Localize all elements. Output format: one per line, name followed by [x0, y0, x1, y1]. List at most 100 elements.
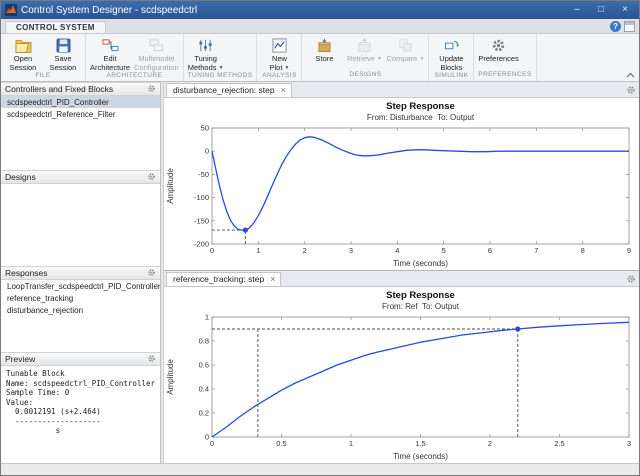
reference-tracking-document: reference_tracking: step × 00.511.522.53… — [164, 271, 639, 463]
svg-text:Step Response: Step Response — [386, 101, 455, 112]
list-item-reference-tracking[interactable]: reference_tracking — [1, 292, 160, 304]
disturbance-rejection-plot[interactable]: 0123456789-200-150-100-50050Step Respons… — [164, 98, 639, 270]
help-icon[interactable]: ? — [610, 21, 621, 32]
panel-gear-icon[interactable] — [147, 172, 156, 183]
new-plot-button[interactable]: New Plot ▼ — [259, 35, 299, 72]
tuning-methods-text: Tuning Methods — [188, 54, 217, 72]
ribbon-group-label-simulink: SIMULINK — [431, 72, 471, 81]
svg-text:Amplitude: Amplitude — [166, 359, 175, 395]
svg-text:-150: -150 — [194, 216, 209, 225]
svg-text:1: 1 — [256, 246, 260, 255]
document-area: disturbance_rejection: step × 0123456789… — [164, 82, 639, 463]
open-session-label: Open Session — [10, 55, 37, 72]
open-session-button[interactable]: Open Session — [3, 35, 43, 72]
svg-text:0.8: 0.8 — [199, 337, 209, 346]
save-session-button[interactable]: Save Session — [43, 35, 83, 72]
ribbon-group-label-architecture: ARCHITECTURE — [88, 72, 181, 81]
svg-text:0.6: 0.6 — [199, 361, 209, 370]
preferences-gear-icon — [491, 36, 506, 54]
tuning-methods-icon — [198, 36, 213, 54]
svg-text:Time (seconds): Time (seconds) — [393, 259, 448, 268]
panel-title-responses: Responses — [5, 268, 48, 278]
content-area: Controllers and Fixed Blocks scdspeedctr… — [1, 82, 639, 463]
dropdown-arrow-icon: ▼ — [285, 65, 290, 71]
designs-list — [1, 184, 160, 266]
plot-options-gear-icon[interactable] — [626, 274, 636, 284]
retrieve-icon — [357, 36, 372, 54]
svg-text:From: Disturbance To: Output: From: Disturbance To: Output — [367, 113, 475, 122]
svg-text:2: 2 — [303, 246, 307, 255]
layout-icon[interactable] — [624, 21, 635, 32]
panel-gear-icon[interactable] — [147, 354, 156, 365]
doc-tab-bar: reference_tracking: step × — [164, 271, 639, 287]
svg-text:3: 3 — [627, 439, 631, 448]
panel-header-responses[interactable]: Responses — [1, 266, 160, 280]
panel-header-controllers[interactable]: Controllers and Fixed Blocks — [1, 82, 160, 96]
panel-gear-icon[interactable] — [147, 84, 156, 95]
ribbon-group-label-tuning-methods: TUNING METHODS — [186, 72, 255, 81]
tuning-methods-button[interactable]: Tuning Methods ▼ — [186, 35, 226, 72]
svg-text:1.5: 1.5 — [415, 439, 425, 448]
dropdown-arrow-icon: ▼ — [219, 65, 224, 71]
ribbon-group-label-preferences: PREFERENCES — [476, 71, 533, 81]
update-blocks-button[interactable]: Update Blocks — [431, 35, 471, 72]
svg-text:Amplitude: Amplitude — [166, 168, 175, 204]
list-item-looptransfer[interactable]: LoopTransfer_scdspeedctrl_PID_Controller — [1, 280, 160, 292]
edit-architecture-button[interactable]: Edit Architecture — [88, 35, 132, 72]
compare-button[interactable]: Compare ▼ — [384, 35, 426, 64]
ribbon-group-simulink: Update Blocks SIMULINK — [429, 34, 474, 81]
ribbon-group-preferences: Preferences PREFERENCES — [474, 34, 536, 81]
panel-title-controllers: Controllers and Fixed Blocks — [5, 84, 113, 94]
panel-gear-icon[interactable] — [147, 268, 156, 279]
panel-header-preview[interactable]: Preview — [1, 352, 160, 366]
preferences-button[interactable]: Preferences — [476, 35, 520, 64]
reference-tracking-plot[interactable]: 00.511.522.5300.20.40.60.81Step Response… — [164, 287, 639, 463]
store-button[interactable]: Store — [304, 35, 344, 64]
store-icon — [317, 36, 332, 54]
close-tab-icon[interactable]: × — [281, 86, 286, 94]
plot-options-gear-icon[interactable] — [626, 85, 636, 95]
list-item-disturbance-rejection[interactable]: disturbance_rejection — [1, 304, 160, 316]
ribbon-group-tuning-methods: Tuning Methods ▼ TUNING METHODS — [184, 34, 258, 81]
panel-title-preview: Preview — [5, 354, 35, 364]
tab-label: disturbance_rejection: step — [173, 85, 275, 95]
tab-control-system[interactable]: CONTROL SYSTEM — [5, 21, 106, 33]
svg-text:2.5: 2.5 — [554, 439, 564, 448]
ribbon-group-file: Open Session Save Session FILE — [1, 34, 86, 81]
panel-title-designs: Designs — [5, 172, 36, 182]
multimodel-configuration-button[interactable]: Multimodel Configuration — [132, 35, 181, 72]
svg-text:Time (seconds): Time (seconds) — [393, 452, 448, 461]
retrieve-button[interactable]: Retrieve ▼ — [344, 35, 384, 64]
minimize-button[interactable]: – — [567, 1, 587, 19]
responses-list: LoopTransfer_scdspeedctrl_PID_Controller… — [1, 280, 160, 352]
svg-text:7: 7 — [534, 246, 538, 255]
edit-architecture-label: Edit Architecture — [90, 55, 130, 72]
svg-text:From: Ref To: Output: From: Ref To: Output — [382, 302, 460, 311]
svg-text:0.2: 0.2 — [199, 409, 209, 418]
app-icon — [5, 4, 17, 16]
svg-text:8: 8 — [581, 246, 585, 255]
save-icon — [56, 36, 71, 54]
update-blocks-icon — [444, 36, 459, 54]
collapse-ribbon-icon[interactable] — [624, 70, 636, 79]
close-tab-icon[interactable]: × — [270, 275, 275, 283]
svg-text:-200: -200 — [194, 240, 209, 249]
list-item-reference-filter[interactable]: scdspeedctrl_Reference_Filter — [1, 108, 160, 120]
close-button[interactable]: × — [615, 1, 635, 19]
svg-text:50: 50 — [201, 124, 209, 133]
maximize-button[interactable]: □ — [591, 1, 611, 19]
tab-disturbance-rejection-step[interactable]: disturbance_rejection: step × — [166, 83, 292, 97]
svg-text:-100: -100 — [194, 193, 209, 202]
tab-reference-tracking-step[interactable]: reference_tracking: step × — [166, 272, 281, 286]
svg-text:0: 0 — [210, 246, 214, 255]
status-bar — [1, 463, 639, 475]
svg-text:5: 5 — [442, 246, 446, 255]
svg-text:9: 9 — [627, 246, 631, 255]
edit-architecture-icon — [102, 36, 119, 54]
list-item-pid-controller[interactable]: scdspeedctrl_PID_Controller — [1, 96, 160, 108]
svg-text:0.5: 0.5 — [276, 439, 286, 448]
compare-icon — [398, 36, 413, 54]
disturbance-rejection-document: disturbance_rejection: step × 0123456789… — [164, 82, 639, 271]
preferences-label: Preferences — [478, 55, 518, 64]
panel-header-designs[interactable]: Designs — [1, 170, 160, 184]
